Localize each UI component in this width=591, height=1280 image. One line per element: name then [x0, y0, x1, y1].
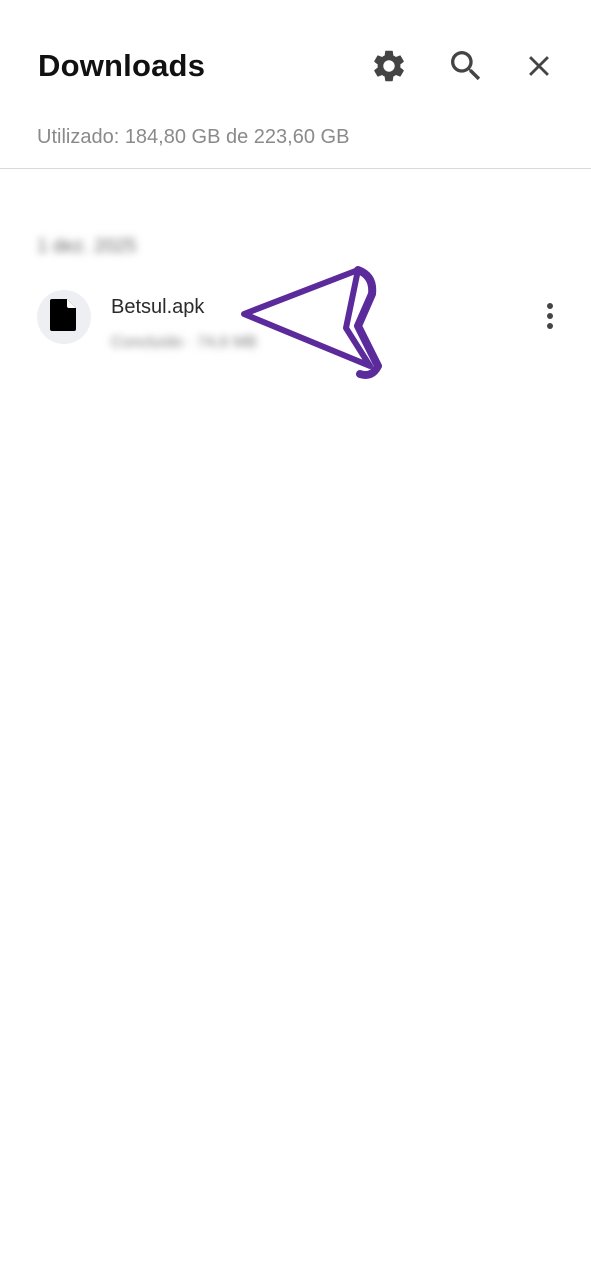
storage-usage-text: Utilizado: 184,80 GB de 223,60 GB	[37, 126, 350, 148]
settings-button[interactable]	[365, 44, 413, 92]
download-item[interactable]: Betsul.apk Concluído · 74,6 MB	[0, 280, 591, 360]
app-header: Downloads	[0, 0, 591, 110]
search-icon	[446, 46, 486, 91]
more-vertical-icon	[545, 302, 555, 335]
gear-icon	[370, 47, 408, 90]
page-title: Downloads	[38, 48, 206, 83]
file-meta: Concluído · 74,6 MB	[111, 334, 257, 351]
close-icon	[522, 49, 556, 88]
date-group-header: 1 dez. 2025	[37, 236, 137, 257]
search-button[interactable]	[442, 44, 490, 92]
close-button[interactable]	[515, 44, 563, 92]
more-options-button[interactable]	[528, 294, 572, 342]
file-icon-container	[37, 290, 91, 344]
file-icon	[49, 298, 79, 337]
file-name: Betsul.apk	[111, 296, 205, 318]
header-divider	[0, 168, 591, 169]
